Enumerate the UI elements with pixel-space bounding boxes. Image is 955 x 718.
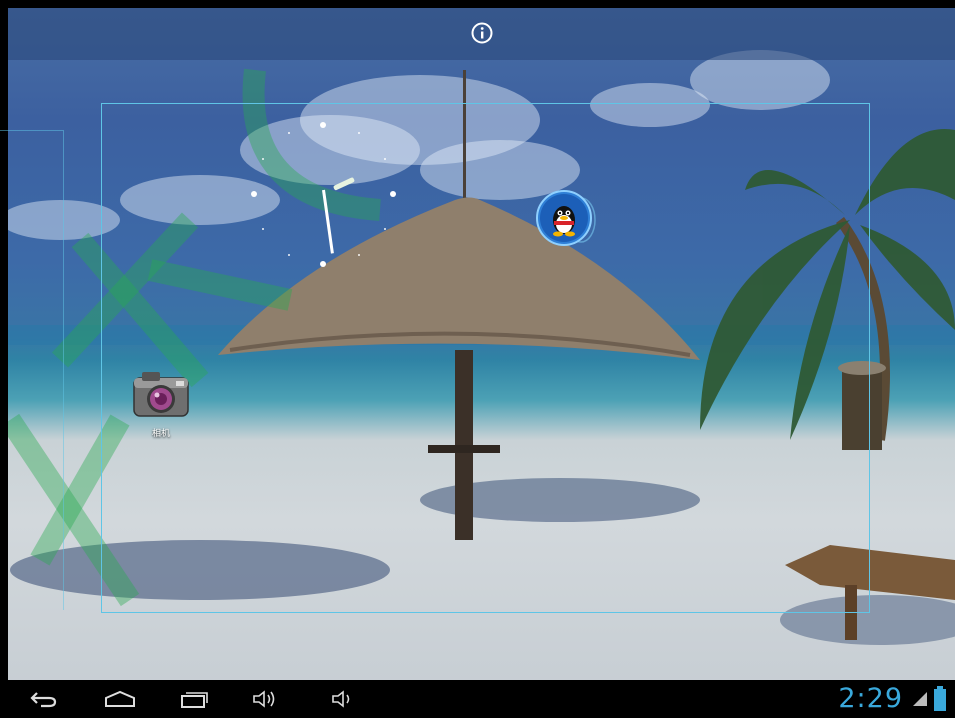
clock-marker-6 — [320, 261, 326, 267]
clock-tick — [288, 254, 290, 256]
clock-tick — [384, 228, 386, 230]
navigation-bar: 2:29 — [0, 680, 955, 718]
home-icon — [105, 690, 135, 707]
workspace-frame — [101, 103, 870, 613]
clock-tick — [384, 158, 386, 160]
clock-tick — [358, 254, 360, 256]
home-screen: 相机 2:29 — [0, 0, 955, 718]
previous-page-edge[interactable] — [0, 130, 64, 610]
clock-tick — [358, 132, 360, 134]
home-button[interactable] — [96, 680, 144, 718]
clock-tick — [288, 132, 290, 134]
clock-tick — [262, 228, 264, 230]
back-icon — [30, 692, 57, 708]
clock-tick — [262, 158, 264, 160]
info-icon[interactable] — [471, 22, 493, 44]
volume-up-icon — [253, 690, 275, 708]
volume-up-button[interactable] — [245, 680, 285, 718]
clock-marker-9 — [251, 191, 257, 197]
qq-app-icon[interactable] — [533, 190, 597, 246]
volume-down-icon — [332, 690, 350, 708]
screen-border-top — [0, 0, 955, 8]
volume-down-button[interactable] — [324, 680, 360, 718]
camera-app-label: 相机 — [151, 429, 170, 439]
recent-apps-button[interactable] — [172, 680, 216, 718]
back-button[interactable] — [22, 680, 66, 718]
qq-penguin-icon — [553, 206, 575, 237]
signal-icon — [913, 692, 927, 706]
recent-apps-icon — [181, 692, 208, 708]
camera-app[interactable]: 相机 — [130, 366, 192, 440]
clock-marker-12 — [320, 122, 326, 128]
battery-icon — [934, 686, 946, 711]
clock-marker-3 — [390, 191, 396, 197]
status-time: 2:29 — [838, 683, 903, 714]
camera-icon — [133, 372, 189, 417]
